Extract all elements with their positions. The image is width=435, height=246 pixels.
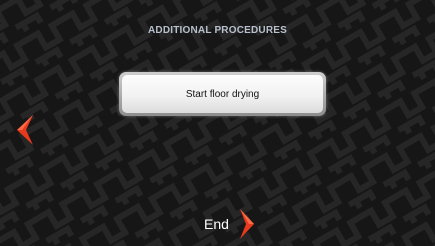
start-floor-drying-button[interactable]: Start floor drying xyxy=(119,72,326,116)
chevron-left-icon[interactable] xyxy=(13,113,35,147)
procedures-screen: ADDITIONAL PROCEDURES Start floor drying… xyxy=(0,0,435,246)
page-title: ADDITIONAL PROCEDURES xyxy=(147,25,288,36)
start-floor-drying-label: Start floor drying xyxy=(122,75,323,113)
end-button[interactable]: End xyxy=(204,207,256,241)
end-label: End xyxy=(204,216,229,232)
chevron-right-icon xyxy=(239,209,254,239)
